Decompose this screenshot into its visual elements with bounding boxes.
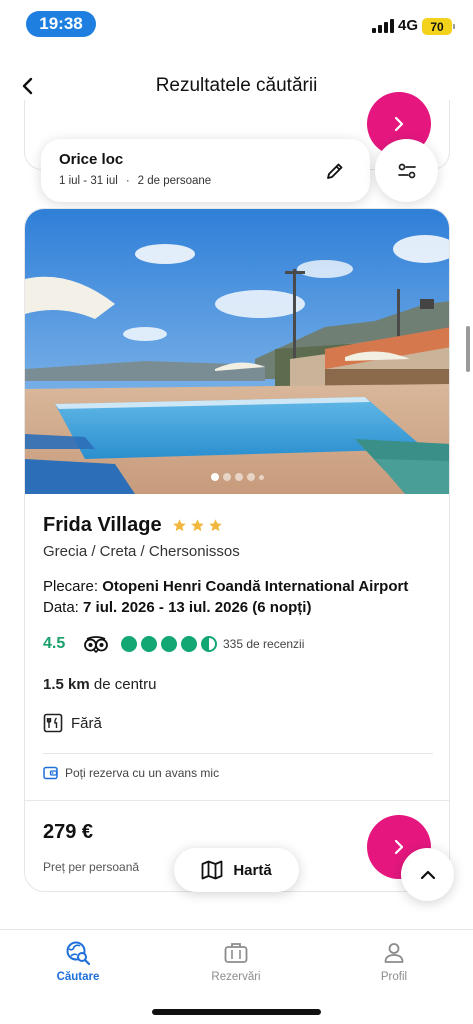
rating-score: 4.5 bbox=[43, 635, 66, 652]
photo-pagination[interactable] bbox=[25, 473, 449, 481]
user-icon bbox=[384, 943, 404, 963]
deposit-notice: Poți rezerva cu un avans mic bbox=[43, 766, 219, 780]
nav-label-profile: Profil bbox=[380, 971, 408, 983]
rating-bubble-full bbox=[141, 636, 157, 652]
sliders-icon bbox=[397, 163, 416, 178]
map-icon bbox=[201, 860, 223, 880]
hotel-result-card[interactable]: Frida Village Grecia / Creta / Chersonis… bbox=[24, 208, 450, 892]
home-indicator[interactable] bbox=[152, 1009, 321, 1015]
star-icon bbox=[190, 519, 204, 532]
nav-label-search: Căutare bbox=[56, 971, 100, 983]
edit-search-button[interactable] bbox=[322, 158, 348, 184]
battery-icon: 70 bbox=[422, 18, 455, 35]
search-destination: Orice loc bbox=[59, 151, 124, 168]
departure-label: Plecare: bbox=[43, 578, 99, 595]
cellular-signal-icon bbox=[372, 19, 394, 33]
nav-item-search[interactable]: Căutare bbox=[23, 940, 133, 983]
nav-item-profile[interactable]: Profil bbox=[339, 940, 449, 983]
trip-dates: Data: 7 iul. 2026 - 13 iul. 2026 (6 nopț… bbox=[43, 599, 311, 616]
pencil-icon bbox=[327, 163, 343, 179]
meal-plan: Fără bbox=[43, 713, 102, 733]
map-button-label: Hartă bbox=[233, 861, 272, 879]
hotel-price: 279 € bbox=[43, 821, 94, 843]
dates-label: Data: bbox=[43, 599, 79, 616]
price-divider bbox=[25, 800, 449, 801]
briefcase-icon bbox=[224, 943, 248, 963]
rating-bubble-full bbox=[181, 636, 197, 652]
distance-suffix: de centru bbox=[93, 676, 157, 693]
hotel-location: Grecia / Creta / Chersonissos bbox=[43, 543, 240, 560]
chevron-up-icon bbox=[420, 870, 435, 879]
scroll-to-top-button[interactable] bbox=[401, 848, 454, 901]
departure-info: Plecare: Otopeni Henri Coandă Internatio… bbox=[43, 578, 408, 595]
photo-dot[interactable] bbox=[258, 474, 264, 480]
nav-item-bookings[interactable]: Rezervări bbox=[181, 940, 291, 983]
photo-dot[interactable] bbox=[246, 473, 255, 481]
meal-plan-label: Fără bbox=[71, 714, 102, 732]
search-summary[interactable]: Orice loc 1 iul - 31 iul · 2 de persoane bbox=[41, 139, 370, 202]
rating-bubble-half bbox=[201, 636, 217, 652]
deposit-note: Poți rezerva cu un avans mic bbox=[65, 766, 220, 780]
star-icon bbox=[208, 519, 222, 532]
rating-bubble-full bbox=[121, 636, 137, 652]
network-type: 4G bbox=[398, 17, 419, 34]
rating-bubble-full bbox=[161, 636, 177, 652]
search-date-range: 1 iul - 31 iul bbox=[59, 175, 118, 187]
cutlery-icon bbox=[43, 713, 63, 733]
map-button[interactable]: Hartă bbox=[174, 848, 299, 892]
distance-to-center: 1.5 km de centru bbox=[43, 676, 156, 693]
search-globe-icon bbox=[66, 941, 91, 966]
rating-bubbles bbox=[121, 636, 217, 652]
photo-dot-active[interactable] bbox=[210, 473, 219, 481]
filter-button[interactable] bbox=[375, 139, 438, 202]
tripadvisor-owl-icon bbox=[84, 636, 108, 653]
distance-value: 1.5 km bbox=[43, 676, 90, 693]
hotel-photo[interactable] bbox=[25, 209, 450, 494]
search-separator: · bbox=[125, 175, 130, 187]
search-guests: 2 de persoane bbox=[137, 175, 212, 187]
photo-dot[interactable] bbox=[222, 473, 231, 481]
status-time: 19:38 bbox=[26, 11, 96, 37]
hotel-stars bbox=[172, 518, 223, 533]
chevron-right-icon bbox=[394, 116, 404, 132]
rating-row: 4.5 335 de recenzii bbox=[43, 635, 304, 653]
search-meta: 1 iul - 31 iul · 2 de persoane bbox=[59, 175, 211, 187]
nav-label-bookings: Rezervări bbox=[211, 971, 261, 983]
hotel-name: Frida Village bbox=[43, 514, 162, 536]
wallet-icon bbox=[43, 766, 58, 780]
price-note: Preț per persoană bbox=[43, 860, 140, 874]
star-icon bbox=[172, 519, 186, 532]
hotel-title-row: Frida Village bbox=[43, 514, 223, 537]
status-bar: 19:38 4G 70 bbox=[0, 0, 473, 48]
dates-value: 7 iul. 2026 - 13 iul. 2026 (6 nopți) bbox=[83, 599, 312, 616]
review-count[interactable]: 335 de recenzii bbox=[223, 637, 304, 651]
scrollbar[interactable] bbox=[466, 326, 470, 372]
photo-dot[interactable] bbox=[234, 473, 243, 481]
chevron-right-icon bbox=[394, 839, 404, 855]
departure-airport: Otopeni Henri Coandă International Airpo… bbox=[102, 578, 409, 595]
card-divider bbox=[43, 753, 433, 754]
